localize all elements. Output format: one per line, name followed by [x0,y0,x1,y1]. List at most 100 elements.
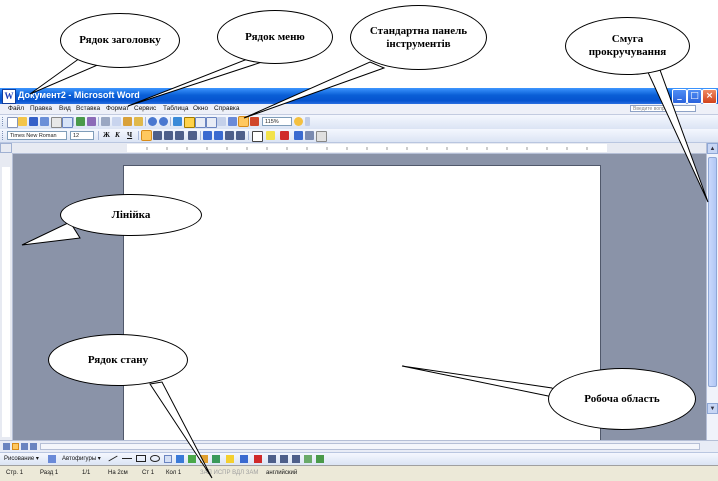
line-tool-icon[interactable] [108,455,118,462]
rectangle-tool-icon[interactable] [136,455,146,462]
columns-icon[interactable] [217,117,226,126]
menu-format[interactable]: Формат [106,104,129,114]
italic-button[interactable]: К [115,130,120,141]
select-objects-icon[interactable] [48,455,56,463]
toolbar-separator [98,117,99,126]
superscript-icon[interactable] [294,131,303,140]
tables-borders-icon[interactable] [184,117,195,128]
menu-help[interactable]: Справка [214,104,240,114]
print-icon[interactable] [51,117,62,128]
toolbar-options-chevron-icon[interactable] [305,117,310,126]
line-style-icon[interactable] [268,455,276,463]
tab-selector[interactable] [0,143,12,153]
diagram-icon[interactable] [188,455,196,463]
align-center-icon[interactable] [153,131,162,140]
save-icon[interactable] [29,117,38,126]
research-icon[interactable] [87,117,96,126]
drawing-toggle-icon[interactable] [228,117,237,126]
horizontal-scrollbar[interactable] [40,443,700,450]
maximize-button[interactable]: □ [687,89,702,104]
status-modes[interactable]: ЗАП ИСПР ВДЛ ЗАМ [200,466,258,481]
decrease-indent-icon[interactable] [225,131,234,140]
bullets-icon[interactable] [214,131,223,140]
document-map-icon[interactable] [238,116,249,127]
font-color-draw-icon[interactable] [254,455,262,463]
shadow-style-icon[interactable] [304,455,312,463]
status-language[interactable]: английский [266,466,297,481]
menu-table[interactable]: Таблица [163,104,189,114]
new-document-icon[interactable] [7,117,18,128]
open-folder-icon[interactable] [18,117,27,126]
scroll-up-arrow-icon[interactable]: ▲ [707,143,718,154]
line-color-icon[interactable] [240,455,248,463]
ask-question-box[interactable]: Введите вопрос [630,105,696,112]
justify-icon[interactable] [175,131,184,140]
toolbar-grip[interactable] [2,131,6,140]
numbering-icon[interactable] [203,131,212,140]
highlight-icon[interactable] [266,131,275,140]
web-view-icon[interactable] [21,443,28,450]
help-icon[interactable] [294,117,303,126]
3d-style-icon[interactable] [316,455,324,463]
callout-status-bar: Рядок стану [48,334,188,386]
print-preview-icon[interactable] [62,117,73,128]
line-spacing-icon[interactable] [188,131,197,140]
insert-picture-icon[interactable] [212,455,220,463]
menu-window[interactable]: Окно [193,104,208,114]
subscript-icon[interactable] [305,131,314,140]
font-size-combo[interactable]: 12 [70,131,94,140]
align-left-icon[interactable] [141,130,152,141]
font-combo[interactable]: Times New Roman [7,131,67,140]
autoshapes-menu-button[interactable]: Автофигуры ▾ [62,454,101,464]
zoom-combo[interactable]: 115% [262,117,292,126]
bold-button[interactable]: Ж [103,130,110,141]
vertical-scrollbar[interactable]: ▲ ▼ [706,143,718,440]
insert-excel-icon[interactable] [206,117,217,128]
horizontal-ruler[interactable] [12,143,706,154]
arrow-tool-icon[interactable] [122,458,132,459]
menu-view[interactable]: Вид [59,104,71,114]
toolbar-grip[interactable] [2,117,6,126]
format-painter-icon[interactable] [134,117,143,126]
permission-icon[interactable] [40,117,49,126]
callout-work-area: Робоча область [548,368,696,430]
underline-button[interactable]: Ч [127,130,132,141]
fill-color-icon[interactable] [226,455,234,463]
word-app-icon[interactable]: W [2,89,16,104]
textbox-tool-icon[interactable] [164,455,172,463]
toolbar-options-icon[interactable] [316,131,327,142]
paste-icon[interactable] [123,117,132,126]
menu-file[interactable]: Файл [8,104,24,114]
draw-menu-button[interactable]: Рисование ▾ [4,454,39,464]
close-button[interactable]: × [702,89,717,104]
menu-edit[interactable]: Правка [30,104,52,114]
increase-indent-icon[interactable] [236,131,245,140]
dash-style-icon[interactable] [280,455,288,463]
cut-icon[interactable] [101,117,110,126]
menu-insert[interactable]: Вставка [76,104,100,114]
menu-tools[interactable]: Сервис [134,104,156,114]
vertical-ruler[interactable] [0,153,13,440]
redo-icon[interactable] [159,117,168,126]
title-bar[interactable]: W Документ2 - Microsoft Word _ □ × [0,88,718,104]
minimize-button[interactable]: _ [672,89,687,104]
copy-icon[interactable] [112,117,121,126]
print-layout-view-icon[interactable] [12,443,19,450]
show-hide-icon[interactable] [250,117,259,126]
hyperlink-icon[interactable] [173,117,182,126]
toolbar-separator [200,131,201,140]
scroll-down-arrow-icon[interactable]: ▼ [707,403,718,414]
undo-icon[interactable] [148,117,157,126]
normal-view-icon[interactable] [3,443,10,450]
align-right-icon[interactable] [164,131,173,140]
borders-icon[interactable] [252,131,263,142]
arrow-style-icon[interactable] [292,455,300,463]
scroll-thumb[interactable] [708,157,717,387]
spelling-icon[interactable] [76,117,85,126]
oval-tool-icon[interactable] [150,455,160,462]
font-color-icon[interactable] [280,131,289,140]
clipart-icon[interactable] [200,455,208,463]
insert-table-icon[interactable] [195,117,206,128]
wordart-icon[interactable] [176,455,184,463]
outline-view-icon[interactable] [30,443,37,450]
